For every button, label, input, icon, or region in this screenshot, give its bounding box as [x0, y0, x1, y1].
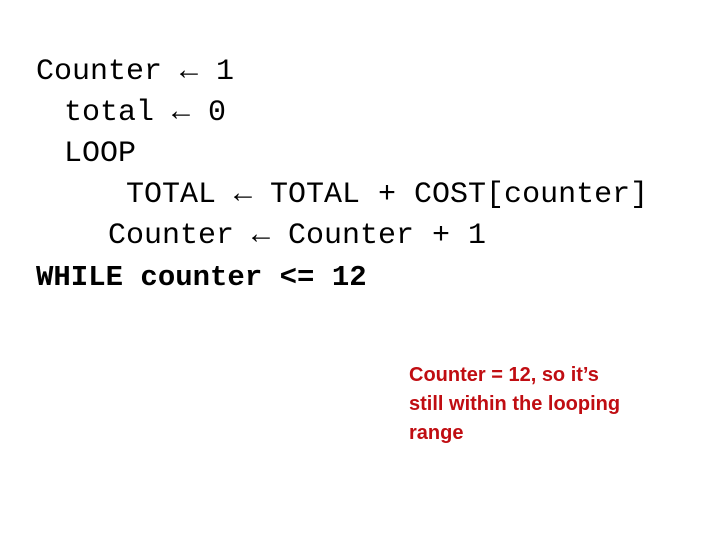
annotation-line-2: still within the looping: [409, 393, 621, 415]
code-line-counter-init: Counter ← 1: [36, 55, 235, 89]
code-line-while-condition: WHILE counter <= 12: [36, 261, 367, 294]
code-line-counter-increment: Counter ← Counter + 1: [108, 219, 487, 253]
code-line-total-init: total ← 0: [64, 96, 227, 130]
annotation-line-3: range: [409, 422, 464, 444]
annotation-callout: Counter = 12, so it’s still within the l…: [409, 361, 681, 448]
code-line-loop-keyword: LOOP: [64, 137, 137, 171]
pseudocode-block: Counter ← 1 total ← 0 LOOP TOTAL ← TOTAL…: [0, 52, 720, 298]
slide-canvas: Counter ← 1 total ← 0 LOOP TOTAL ← TOTAL…: [0, 0, 720, 540]
annotation-line-1: Counter = 12, so it’s: [409, 364, 599, 386]
code-line-total-accumulate: TOTAL ← TOTAL + COST[counter]: [126, 178, 649, 212]
